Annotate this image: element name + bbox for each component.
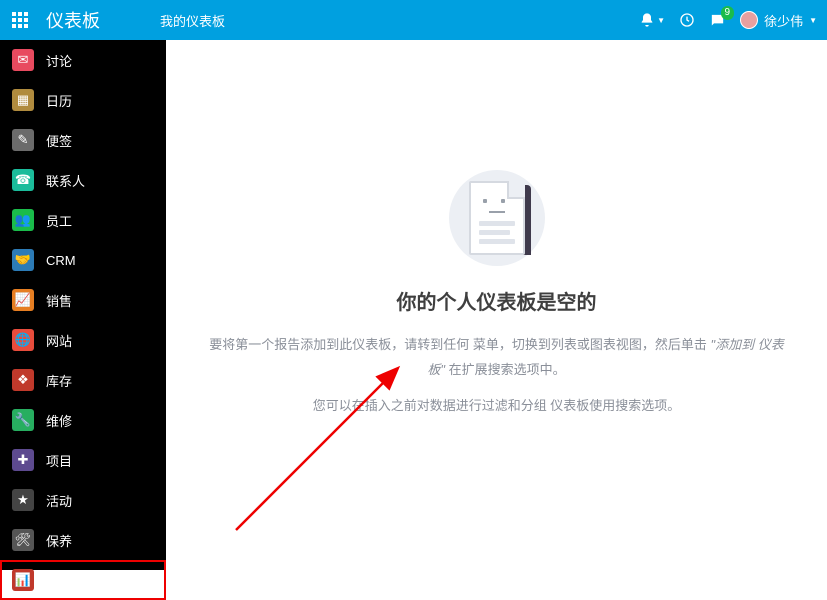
sidebar-item-7[interactable]: 🌐 网站: [0, 320, 166, 360]
app-title: 仪表板: [46, 7, 100, 33]
sidebar-item-label: 员工: [46, 211, 72, 230]
sidebar-item-icon: 🔧: [12, 409, 34, 431]
empty-dashboard-illustration: [449, 170, 545, 266]
sidebar-item-13[interactable]: 📊 仪表板: [0, 560, 166, 600]
sidebar-item-5[interactable]: 🤝 CRM: [0, 240, 166, 280]
sidebar-item-icon: ✚: [12, 449, 34, 471]
sidebar-item-icon: 🌐: [12, 329, 34, 351]
messages-badge: 9: [721, 6, 735, 20]
sidebar-item-1[interactable]: ▦ 日历: [0, 80, 166, 120]
sidebar-item-icon: 📊: [12, 569, 34, 591]
sidebar-item-icon: ▦: [12, 89, 34, 111]
sidebar-item-label: 便签: [46, 131, 72, 150]
sidebar-item-icon: 📈: [12, 289, 34, 311]
sidebar-item-2[interactable]: ✎ 便签: [0, 120, 166, 160]
sidebar-item-12[interactable]: 🛠 保养: [0, 520, 166, 560]
notifications-button[interactable]: ▼: [639, 12, 665, 28]
sidebar-item-icon: 🛠: [12, 529, 34, 551]
sidebar-item-icon: ✎: [12, 129, 34, 151]
apps-grid-icon: [12, 12, 28, 28]
sidebar-item-9[interactable]: 🔧 维修: [0, 400, 166, 440]
sidebar-item-0[interactable]: ✉ 讨论: [0, 40, 166, 80]
sidebar-item-label: 库存: [46, 371, 72, 390]
activity-button[interactable]: [679, 12, 695, 28]
sidebar-item-4[interactable]: 👥 员工: [0, 200, 166, 240]
bell-icon: [639, 12, 655, 28]
sidebar-item-icon: 🤝: [12, 249, 34, 271]
sidebar-item-11[interactable]: ★ 活动: [0, 480, 166, 520]
caret-down-icon: ▼: [809, 16, 817, 25]
tab-my-dashboard[interactable]: 我的仪表板: [160, 11, 225, 30]
sidebar-item-label: 维修: [46, 411, 72, 430]
sidebar-item-icon: ☎: [12, 169, 34, 191]
clock-icon: [679, 12, 695, 28]
sidebar-item-8[interactable]: ❖ 库存: [0, 360, 166, 400]
avatar: [740, 11, 758, 29]
sidebar-item-label: 保养: [46, 531, 72, 550]
messages-button[interactable]: 9: [709, 12, 726, 29]
empty-title: 你的个人仪表板是空的: [397, 286, 597, 315]
empty-help-line-2: 您可以在插入之前对数据进行过滤和分组 仪表板使用搜索选项。: [303, 394, 691, 419]
sidebar-item-label: 活动: [46, 491, 72, 510]
user-menu[interactable]: 徐少伟 ▼: [740, 11, 817, 30]
sidebar-item-label: 日历: [46, 91, 72, 110]
sidebar-item-icon: ❖: [12, 369, 34, 391]
sidebar: ✉ 讨论 ▦ 日历 ✎ 便签 ☎ 联系人 👥 员工 🤝 CRM 📈 销售 🌐 网站 ❖ 库存 🔧 维修 ✚ 项目 ★ 活动 🛠 保…: [0, 40, 166, 570]
sidebar-item-label: 讨论: [46, 51, 72, 70]
sidebar-item-label: 销售: [46, 291, 72, 310]
main-content: 你的个人仪表板是空的 要将第一个报告添加到此仪表板，请转到任何 菜单，切换到列表…: [166, 40, 827, 570]
username-label: 徐少伟: [764, 11, 803, 30]
sidebar-item-icon: ✉: [12, 49, 34, 71]
sidebar-item-6[interactable]: 📈 销售: [0, 280, 166, 320]
sidebar-item-label: 项目: [46, 451, 72, 470]
caret-down-icon: ▼: [657, 16, 665, 25]
sidebar-item-label: CRM: [46, 253, 76, 268]
top-header: 仪表板 我的仪表板 ▼ 9 徐少伟 ▼: [0, 0, 827, 40]
empty-help-line-1: 要将第一个报告添加到此仪表板，请转到任何 菜单，切换到列表或图表视图，然后单击 …: [197, 333, 797, 382]
sidebar-item-label: 联系人: [46, 171, 85, 190]
sidebar-item-icon: 👥: [12, 209, 34, 231]
sidebar-item-10[interactable]: ✚ 项目: [0, 440, 166, 480]
sidebar-item-label: 仪表板: [46, 571, 85, 590]
sidebar-item-icon: ★: [12, 489, 34, 511]
sidebar-item-3[interactable]: ☎ 联系人: [0, 160, 166, 200]
sidebar-item-label: 网站: [46, 331, 72, 350]
apps-grid-button[interactable]: [0, 0, 40, 40]
